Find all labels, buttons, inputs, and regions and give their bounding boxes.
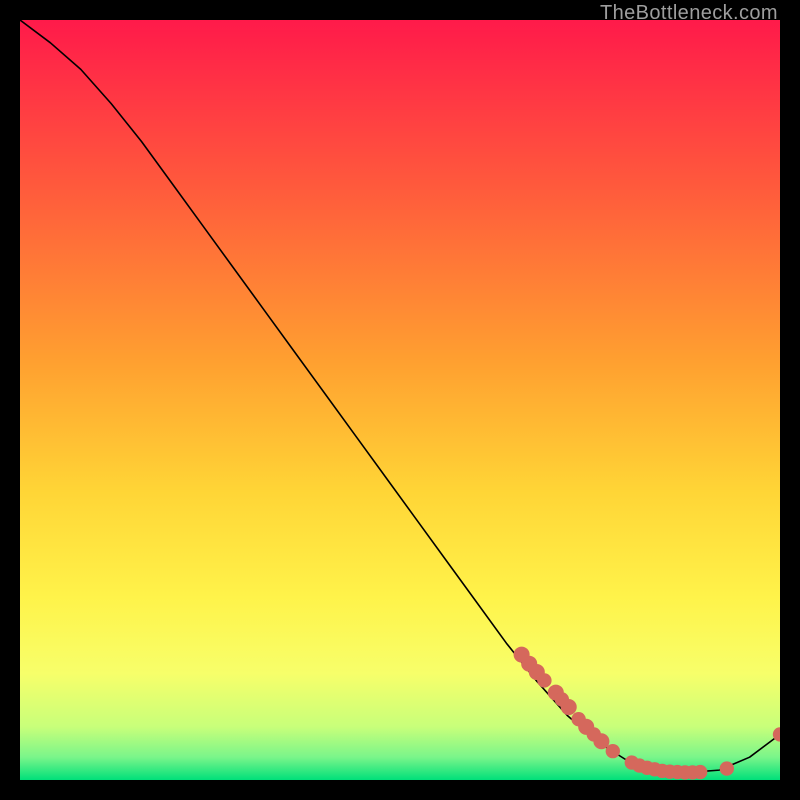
data-marker [720, 761, 734, 775]
chart-svg [20, 20, 780, 780]
plot-area [20, 20, 780, 780]
watermark-text: TheBottleneck.com [600, 2, 778, 25]
data-marker [593, 733, 609, 749]
data-marker [693, 765, 707, 779]
data-marker [561, 699, 577, 715]
data-marker [537, 673, 551, 687]
bottleneck-curve [20, 20, 780, 772]
marker-group [514, 647, 780, 780]
data-marker [606, 744, 620, 758]
chart-container: TheBottleneck.com [0, 0, 800, 800]
